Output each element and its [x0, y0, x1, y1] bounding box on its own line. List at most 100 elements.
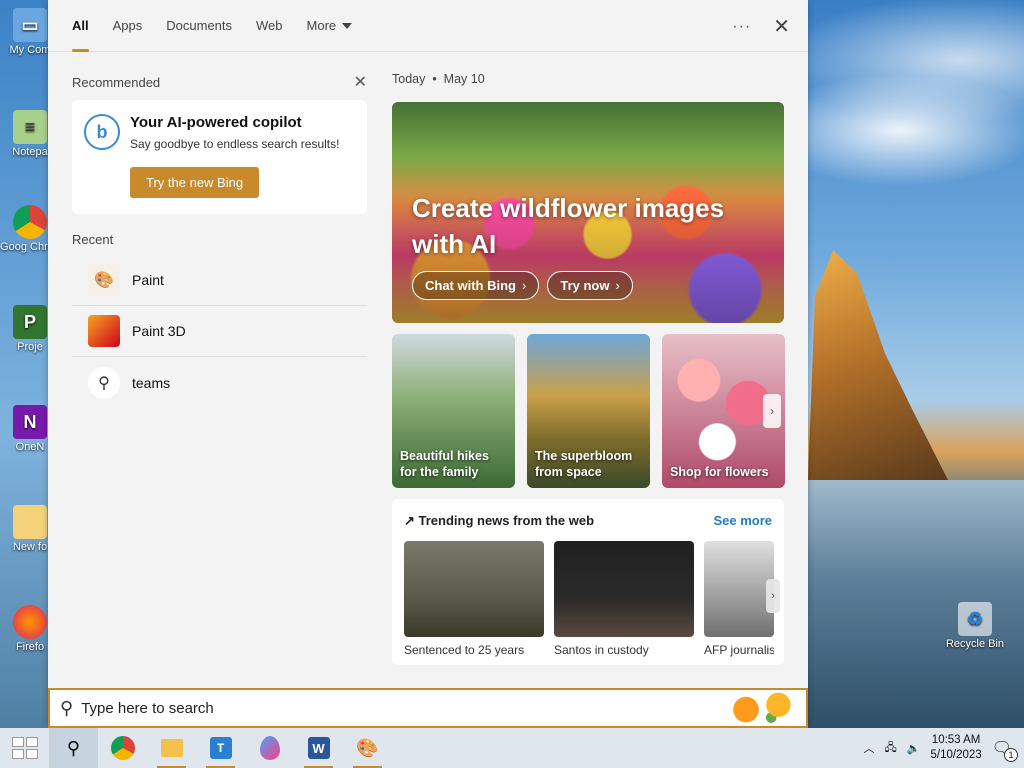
chrome-icon: [13, 205, 47, 239]
clock-date: 5/10/2023: [930, 749, 982, 761]
taskbar-teams[interactable]: T: [196, 728, 245, 768]
flowers-illustration: [728, 692, 800, 724]
taskbar-search-button[interactable]: ⚲: [49, 728, 98, 768]
close-icon[interactable]: ✕: [773, 14, 790, 39]
start-button[interactable]: [0, 728, 49, 768]
news-caption: Sentenced to 25 years: [404, 643, 525, 657]
wallpaper-rock: [808, 250, 948, 480]
search-panel: All Apps Documents Web More ··· ✕ Recomm…: [48, 0, 808, 728]
taskbar: ⚲ T W 🎨 ︿ 🖧 🔈 10:53 AM 5/10/2023 🗨 1: [0, 728, 1024, 768]
recycle-bin-icon: ♻: [958, 602, 992, 636]
taskbar-paint-3d[interactable]: [245, 728, 294, 768]
notepad-icon: ≡: [13, 110, 47, 144]
trending-up-icon: ↗: [404, 513, 419, 528]
recommended-title: Recommended: [72, 74, 161, 90]
desktop-icon-recycle-bin[interactable]: ♻ Recycle Bin: [940, 602, 1010, 650]
search-icon: ⚲: [60, 697, 74, 718]
news-image: [554, 541, 694, 637]
chevron-right-icon[interactable]: ›: [766, 579, 780, 613]
paint-3d-icon: [259, 736, 280, 760]
hero-card[interactable]: Create wildflower images with AI Chat wi…: [392, 102, 784, 323]
news-image: [704, 541, 774, 637]
onenote-icon: N: [13, 405, 47, 439]
tab-documents[interactable]: Documents: [154, 0, 244, 52]
dismiss-recommended-icon[interactable]: ✕: [354, 72, 367, 92]
left-column: Recommended ✕ b Your AI-powered copilot …: [72, 72, 367, 408]
volume-icon[interactable]: 🔈: [907, 742, 921, 755]
news-carousel: Sentenced to 25 years Santos in custody …: [404, 541, 776, 657]
tile-label: The superbloom from space: [535, 449, 633, 479]
clock[interactable]: 10:53 AM 5/10/2023: [931, 733, 982, 763]
computer-icon: ▭: [13, 8, 47, 42]
recommended-card-title: Your AI-powered copilot: [130, 114, 302, 131]
notification-badge: 1: [1004, 748, 1018, 762]
recent-item-teams[interactable]: ⚲ teams: [72, 357, 367, 408]
word-icon: W: [307, 737, 330, 759]
notification-center-icon[interactable]: 🗨 1: [992, 738, 1018, 762]
right-column: Today • May 10 Create wildflower images …: [392, 72, 785, 665]
news-caption: AFP journalist: [704, 643, 774, 657]
tile-superbloom[interactable]: The superbloom from space: [527, 334, 650, 488]
chevron-up-icon[interactable]: ︿: [864, 740, 875, 756]
news-item[interactable]: Santos in custody: [554, 541, 694, 657]
project-icon: P: [13, 305, 47, 339]
try-now-button[interactable]: Try now ›: [547, 271, 633, 300]
recent-item-label: Paint: [132, 272, 164, 288]
tile-label: Beautiful hikes for the family: [400, 449, 489, 479]
firefox-icon: [13, 605, 47, 639]
panel-actions: ··· ✕: [732, 14, 790, 39]
recommended-card-subtitle: Say goodbye to endless search results!: [130, 137, 340, 151]
recent-item-label: teams: [132, 374, 171, 391]
news-item[interactable]: AFP journalist: [704, 541, 774, 657]
recent-title: Recent: [72, 232, 114, 247]
paint-icon: 🎨: [88, 264, 120, 296]
more-options-icon[interactable]: ···: [732, 18, 751, 36]
taskbar-paint[interactable]: 🎨: [343, 728, 392, 768]
recent-item-paint[interactable]: 🎨 Paint: [72, 255, 367, 306]
recent-list: 🎨 Paint Paint 3D ⚲ teams: [72, 255, 367, 408]
taskbar-file-explorer[interactable]: [147, 728, 196, 768]
folder-icon: [13, 505, 47, 539]
chevron-down-icon: [342, 22, 353, 29]
tab-apps[interactable]: Apps: [101, 0, 155, 52]
try-bing-button[interactable]: Try the new Bing: [130, 167, 260, 198]
tab-web[interactable]: Web: [244, 0, 295, 52]
news-image: [404, 541, 544, 637]
trending-header: ↗ Trending news from the web See more: [404, 513, 772, 529]
teams-icon: T: [209, 737, 232, 759]
search-tabs: All Apps Documents Web More ··· ✕: [48, 0, 808, 52]
tile-label: Shop for flowers: [670, 465, 769, 479]
hero-title: Create wildflower images with AI: [412, 193, 725, 259]
chevron-right-icon[interactable]: ›: [763, 394, 781, 428]
feature-tiles: Beautiful hikes for the family The super…: [392, 334, 785, 488]
tab-more[interactable]: More: [295, 0, 365, 52]
date-separator: •: [432, 72, 437, 86]
recent-item-label: Paint 3D: [132, 323, 186, 339]
bing-icon: b: [84, 114, 120, 150]
windows-logo-icon: [11, 737, 38, 759]
search-placeholder: Type here to search: [81, 699, 214, 717]
search-icon: ⚲: [88, 366, 120, 399]
hero-buttons: Chat with Bing › Try now ›: [412, 271, 633, 300]
taskbar-word[interactable]: W: [294, 728, 343, 768]
see-more-link[interactable]: See more: [713, 513, 772, 529]
news-item[interactable]: Sentenced to 25 years: [404, 541, 544, 657]
taskbar-search-box[interactable]: ⚲ Type here to search: [48, 688, 808, 728]
recent-item-paint-3d[interactable]: Paint 3D: [72, 306, 367, 357]
system-tray: ︿ 🖧 🔈 10:53 AM 5/10/2023 🗨 1: [864, 728, 1024, 768]
chrome-icon: [110, 736, 135, 760]
tile-flowers[interactable]: Shop for flowers ›: [662, 334, 785, 488]
paint-3d-icon: [88, 315, 120, 347]
tab-all[interactable]: All: [60, 0, 101, 52]
today-label: Today: [392, 72, 426, 86]
network-icon[interactable]: 🖧: [885, 739, 897, 758]
search-icon: ⚲: [66, 737, 81, 758]
chat-with-bing-button[interactable]: Chat with Bing ›: [412, 271, 540, 300]
trending-title: ↗ Trending news from the web: [404, 513, 595, 528]
taskbar-chrome[interactable]: [98, 728, 147, 768]
date-line: Today • May 10: [392, 72, 785, 92]
recommended-card: b Your AI-powered copilot Say goodbye to…: [72, 100, 367, 214]
tile-hikes[interactable]: Beautiful hikes for the family: [392, 334, 515, 488]
file-explorer-icon: [160, 739, 183, 757]
trending-news: ↗ Trending news from the web See more Se…: [392, 499, 784, 665]
